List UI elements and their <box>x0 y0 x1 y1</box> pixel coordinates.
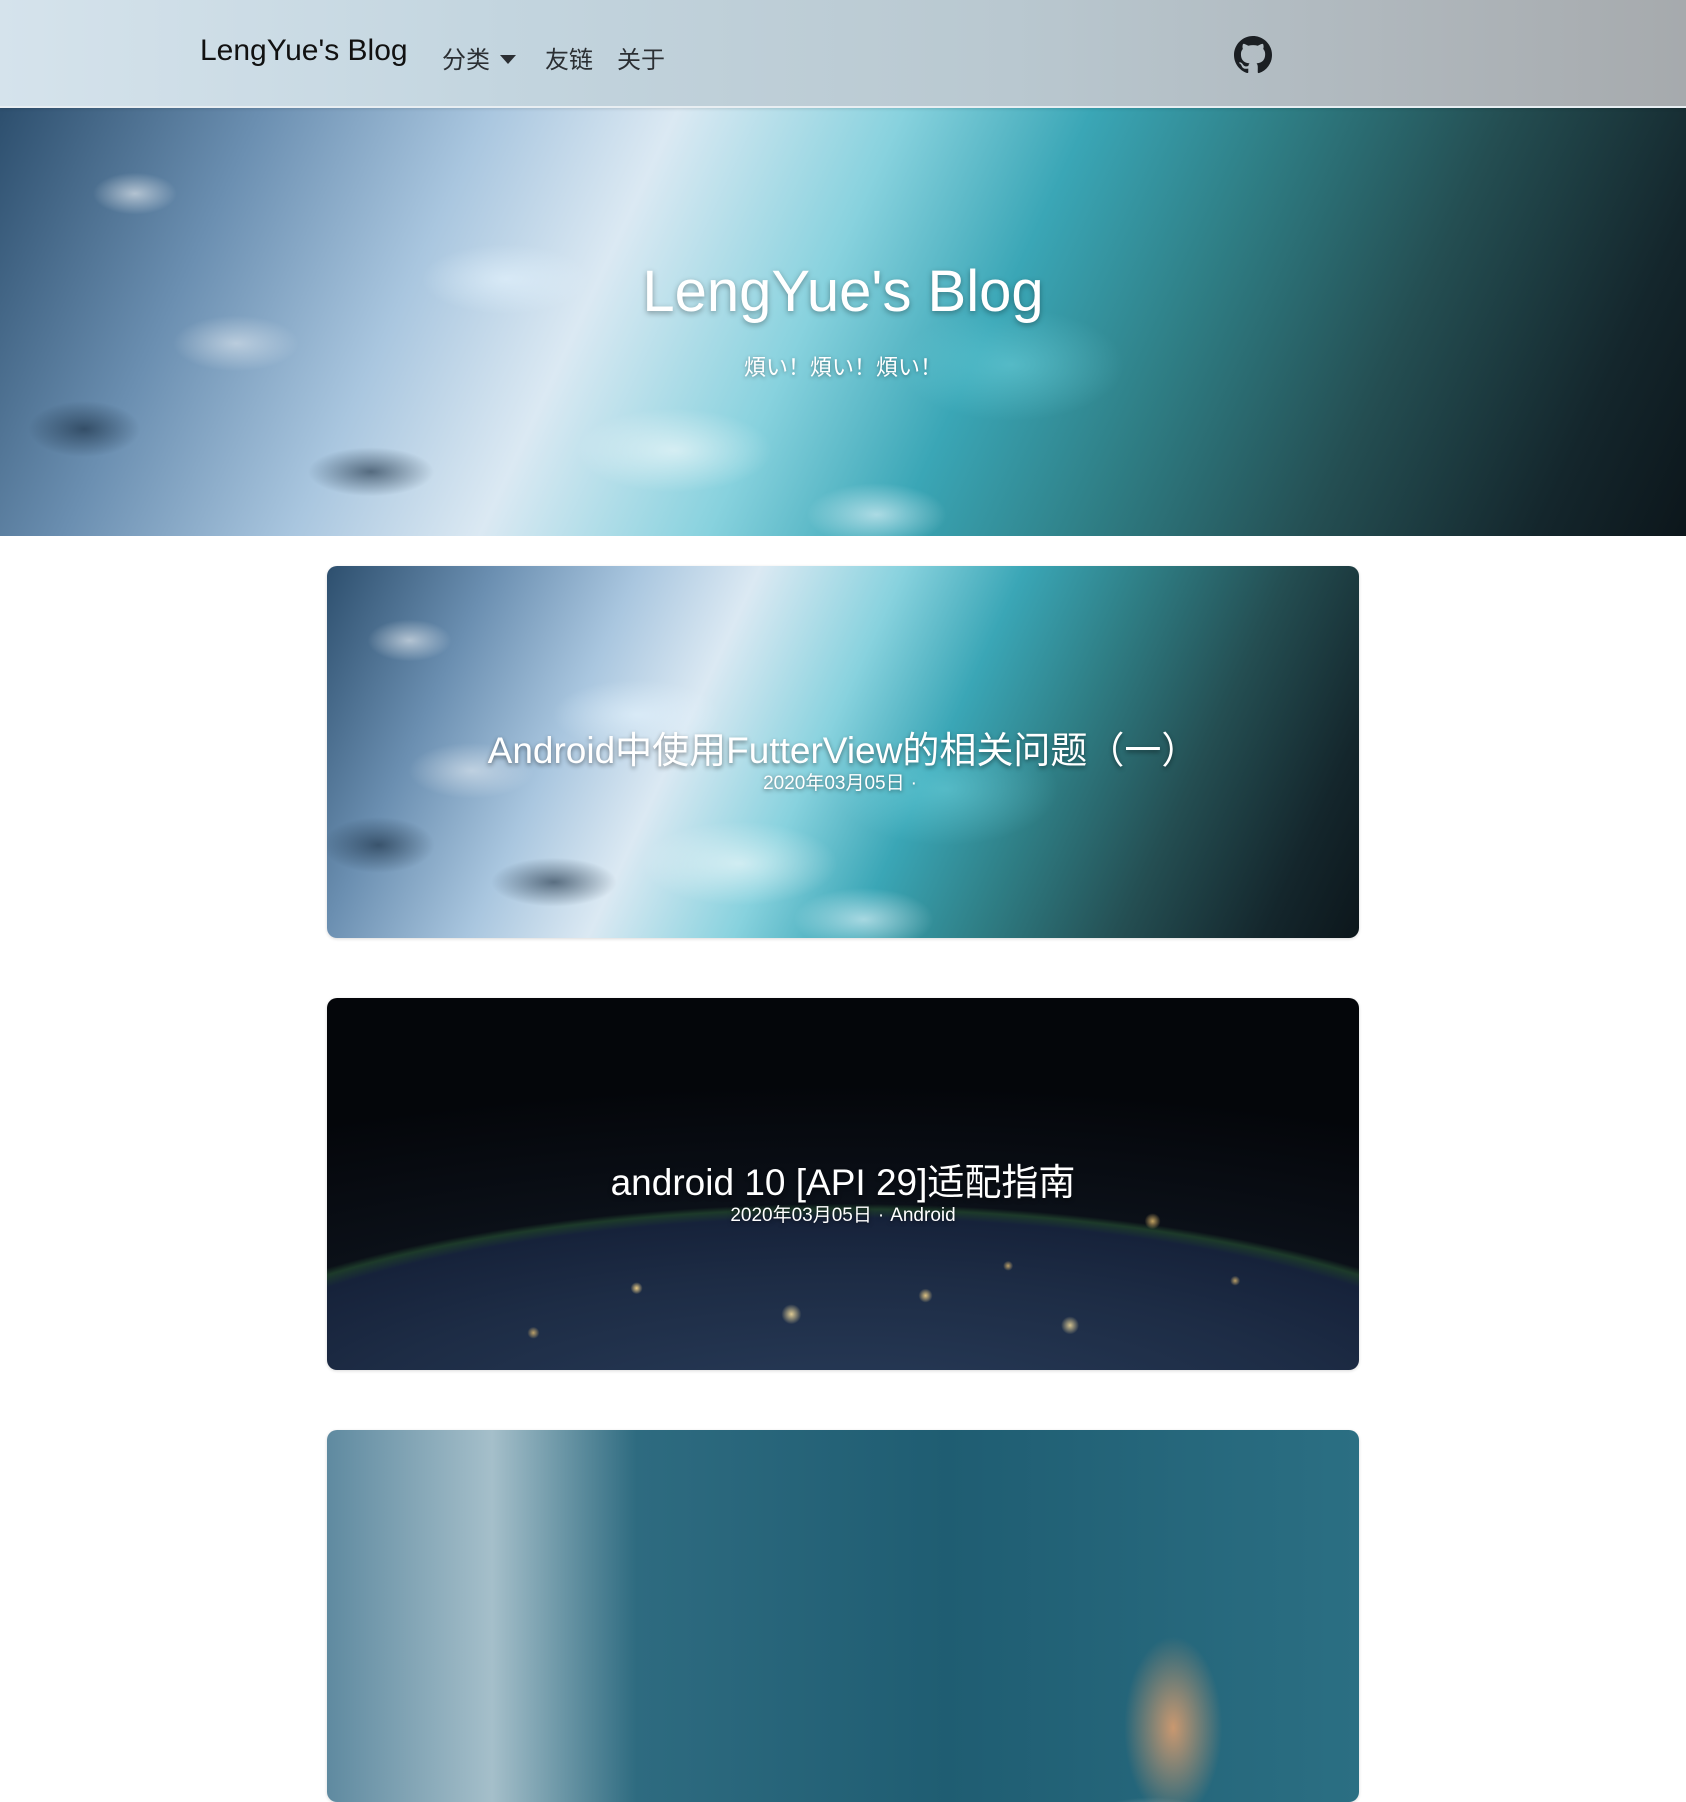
caret-down-icon <box>500 55 516 64</box>
meta-separator: · <box>910 773 917 794</box>
meta-separator: · <box>877 1205 885 1226</box>
nav-item-friend-links[interactable]: 友链 <box>545 40 593 75</box>
hero-subtitle: 煩い！煩い！煩い！ <box>743 355 942 380</box>
post-meta: 2020年03月05日 · <box>327 768 1359 795</box>
nav-item-about[interactable]: 关于 <box>617 40 665 75</box>
nav-item-label: 分类 <box>442 47 490 74</box>
post-category[interactable]: Android <box>890 1205 956 1226</box>
post-title[interactable]: Android中使用FutterView的相关问题（一） <box>327 720 1359 774</box>
post-card[interactable] <box>327 1430 1359 1802</box>
brand-link[interactable]: LengYue's Blog <box>200 34 408 68</box>
post-card[interactable]: android 10 [API 29]适配指南 2020年03月05日 · Andr… <box>327 998 1359 1370</box>
post-date: 2020年03月05日 <box>730 1205 872 1226</box>
post-title[interactable]: android 10 [API 29]适配指南 <box>327 1152 1359 1206</box>
hero-banner: LengYue's Blog 煩い！煩い！煩い！ <box>0 108 1686 536</box>
nav-item-categories-dropdown[interactable]: 分类 <box>442 40 516 75</box>
github-icon[interactable] <box>1234 36 1272 74</box>
post-date: 2020年03月05日 <box>763 773 905 794</box>
navbar: LengYue's Blog 分类 友链 关于 <box>0 0 1686 108</box>
post-meta: 2020年03月05日 · Android <box>327 1200 1359 1227</box>
hero-title: LengYue's Blog <box>642 259 1044 324</box>
post-card[interactable]: Android中使用FutterView的相关问题（一） 2020年03月05日… <box>327 566 1359 938</box>
